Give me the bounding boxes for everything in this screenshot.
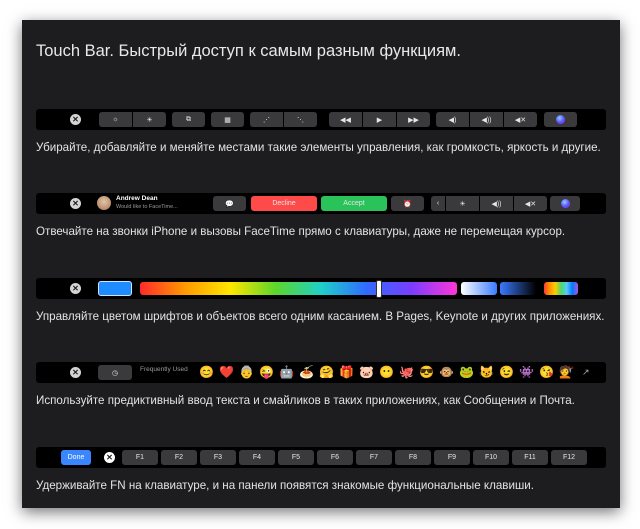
siri-icon: [556, 115, 565, 124]
fast-forward-key[interactable]: ▶▶: [397, 112, 430, 127]
f10-key[interactable]: F10: [473, 450, 509, 465]
rewind-key[interactable]: ◀◀: [329, 112, 362, 127]
keyboard-light-down-key[interactable]: ⋰: [250, 112, 283, 127]
f2-key[interactable]: F2: [161, 450, 197, 465]
close-icon[interactable]: ✕: [70, 283, 81, 294]
keyboard-light-up-key[interactable]: ⋱: [284, 112, 317, 127]
message-button[interactable]: 💬: [213, 196, 246, 211]
volume-key[interactable]: ◀)): [480, 196, 513, 211]
emoji-robot[interactable]: 🤖: [279, 365, 294, 380]
f6-key[interactable]: F6: [317, 450, 353, 465]
mute-key[interactable]: ◀✕: [514, 196, 547, 211]
page-title: Touch Bar. Быстрый доступ к самым разным…: [36, 42, 461, 60]
launchpad-key[interactable]: ▦: [211, 112, 244, 127]
touch-bar-function-keys: Done ✕ F1 F2 F3 F4 F5 F6 F7 F8 F9 F10 F1…: [36, 447, 606, 468]
emoji-tongue[interactable]: 😜: [259, 365, 274, 380]
tint-slider[interactable]: [461, 282, 497, 295]
mute-key[interactable]: ◀✕: [504, 112, 537, 127]
content-panel: Touch Bar. Быстрый доступ к самым разным…: [22, 20, 620, 508]
f12-key[interactable]: F12: [551, 450, 587, 465]
emoji-cat[interactable]: 😼: [479, 365, 494, 380]
volume-up-key[interactable]: ◀)): [470, 112, 503, 127]
emoji-alien-monster[interactable]: 👾: [519, 365, 534, 380]
emoji-heart[interactable]: ❤️: [219, 365, 234, 380]
caller-name: Andrew Dean: [116, 195, 158, 202]
emoji-gift[interactable]: 🎁: [339, 365, 354, 380]
emoji-haircut[interactable]: 💇: [559, 365, 574, 380]
selected-color-swatch[interactable]: [98, 281, 132, 296]
alarm-button[interactable]: ⏰: [391, 196, 424, 211]
emoji-pig[interactable]: 🐷: [359, 365, 374, 380]
close-icon[interactable]: ✕: [70, 114, 81, 125]
emoji-more[interactable]: ↗: [582, 365, 590, 380]
f4-key[interactable]: F4: [239, 450, 275, 465]
accept-button[interactable]: Accept: [321, 196, 387, 211]
f9-key[interactable]: F9: [434, 450, 470, 465]
done-button[interactable]: Done: [61, 450, 91, 465]
f3-key[interactable]: F3: [200, 450, 236, 465]
emoji-pasta[interactable]: 🍝: [299, 365, 314, 380]
f7-key[interactable]: F7: [356, 450, 392, 465]
siri-icon: [560, 199, 570, 208]
f1-key[interactable]: F1: [122, 450, 158, 465]
shade-slider[interactable]: [500, 282, 536, 295]
f11-key[interactable]: F11: [512, 450, 548, 465]
spectrum-slider-handle[interactable]: [376, 280, 382, 298]
emoji-grandma[interactable]: 👵: [239, 365, 254, 380]
caption-colors: Управляйте цветом шрифтов и объектов все…: [36, 310, 605, 323]
emoji-hug[interactable]: 🤗: [319, 365, 334, 380]
emoji-smile[interactable]: 😊: [199, 365, 214, 380]
mission-control-key[interactable]: ⧉: [172, 112, 205, 127]
brightness-key[interactable]: ☀: [446, 196, 479, 211]
touch-bar-call: ✕ Andrew Dean Would like to FaceTime... …: [36, 193, 606, 214]
recent-emoji-button[interactable]: ◷: [98, 365, 132, 380]
emoji-wink[interactable]: 😉: [499, 365, 514, 380]
color-spectrum-slider[interactable]: [140, 282, 457, 295]
touch-bar-emoji: ✕ ◷ Frequently Used 😊 ❤️ 👵 😜 🤖 🍝 🤗 🎁 🐷 😶…: [36, 362, 606, 383]
emoji-octopus[interactable]: 🐙: [399, 365, 414, 380]
expand-chevron[interactable]: ‹: [431, 196, 445, 211]
frequently-used-label: Frequently Used: [140, 366, 188, 373]
touch-bar-controls: ✕ ☼ ☀ ⧉ ▦ ⋰ ⋱ ◀◀ ▶ ▶▶ ◀) ◀)) ◀✕: [36, 109, 606, 130]
close-icon[interactable]: ✕: [104, 452, 115, 463]
volume-down-key[interactable]: ◀): [436, 112, 469, 127]
close-icon[interactable]: ✕: [70, 367, 81, 378]
caption-emoji: Используйте предиктивный ввод текста и с…: [36, 394, 575, 407]
decline-button[interactable]: Decline: [251, 196, 317, 211]
color-palette-button[interactable]: [544, 282, 578, 295]
emoji-frog[interactable]: 🐸: [459, 365, 474, 380]
caption-calls: Отвечайте на звонки iPhone и вызовы Face…: [36, 225, 566, 238]
caption-controls: Убирайте, добавляйте и меняйте местами т…: [36, 141, 601, 154]
caption-function-keys: Удерживайте FN на клавиатуре, и на панел…: [36, 479, 534, 492]
siri-key[interactable]: [544, 112, 577, 127]
caller-subtitle: Would like to FaceTime...: [116, 204, 178, 210]
siri-key[interactable]: [550, 196, 580, 211]
touch-bar-color: ✕: [36, 278, 606, 299]
emoji-monkey[interactable]: 🐵: [439, 365, 454, 380]
emoji-kiss[interactable]: 😘: [539, 365, 554, 380]
f8-key[interactable]: F8: [395, 450, 431, 465]
brightness-down-key[interactable]: ☼: [99, 112, 132, 127]
brightness-up-key[interactable]: ☀: [133, 112, 166, 127]
close-icon[interactable]: ✕: [70, 198, 81, 209]
f5-key[interactable]: F5: [278, 450, 314, 465]
avatar: [97, 196, 111, 210]
emoji-no-mouth[interactable]: 😶: [379, 365, 394, 380]
play-key[interactable]: ▶: [363, 112, 396, 127]
emoji-sunglasses[interactable]: 😎: [419, 365, 434, 380]
